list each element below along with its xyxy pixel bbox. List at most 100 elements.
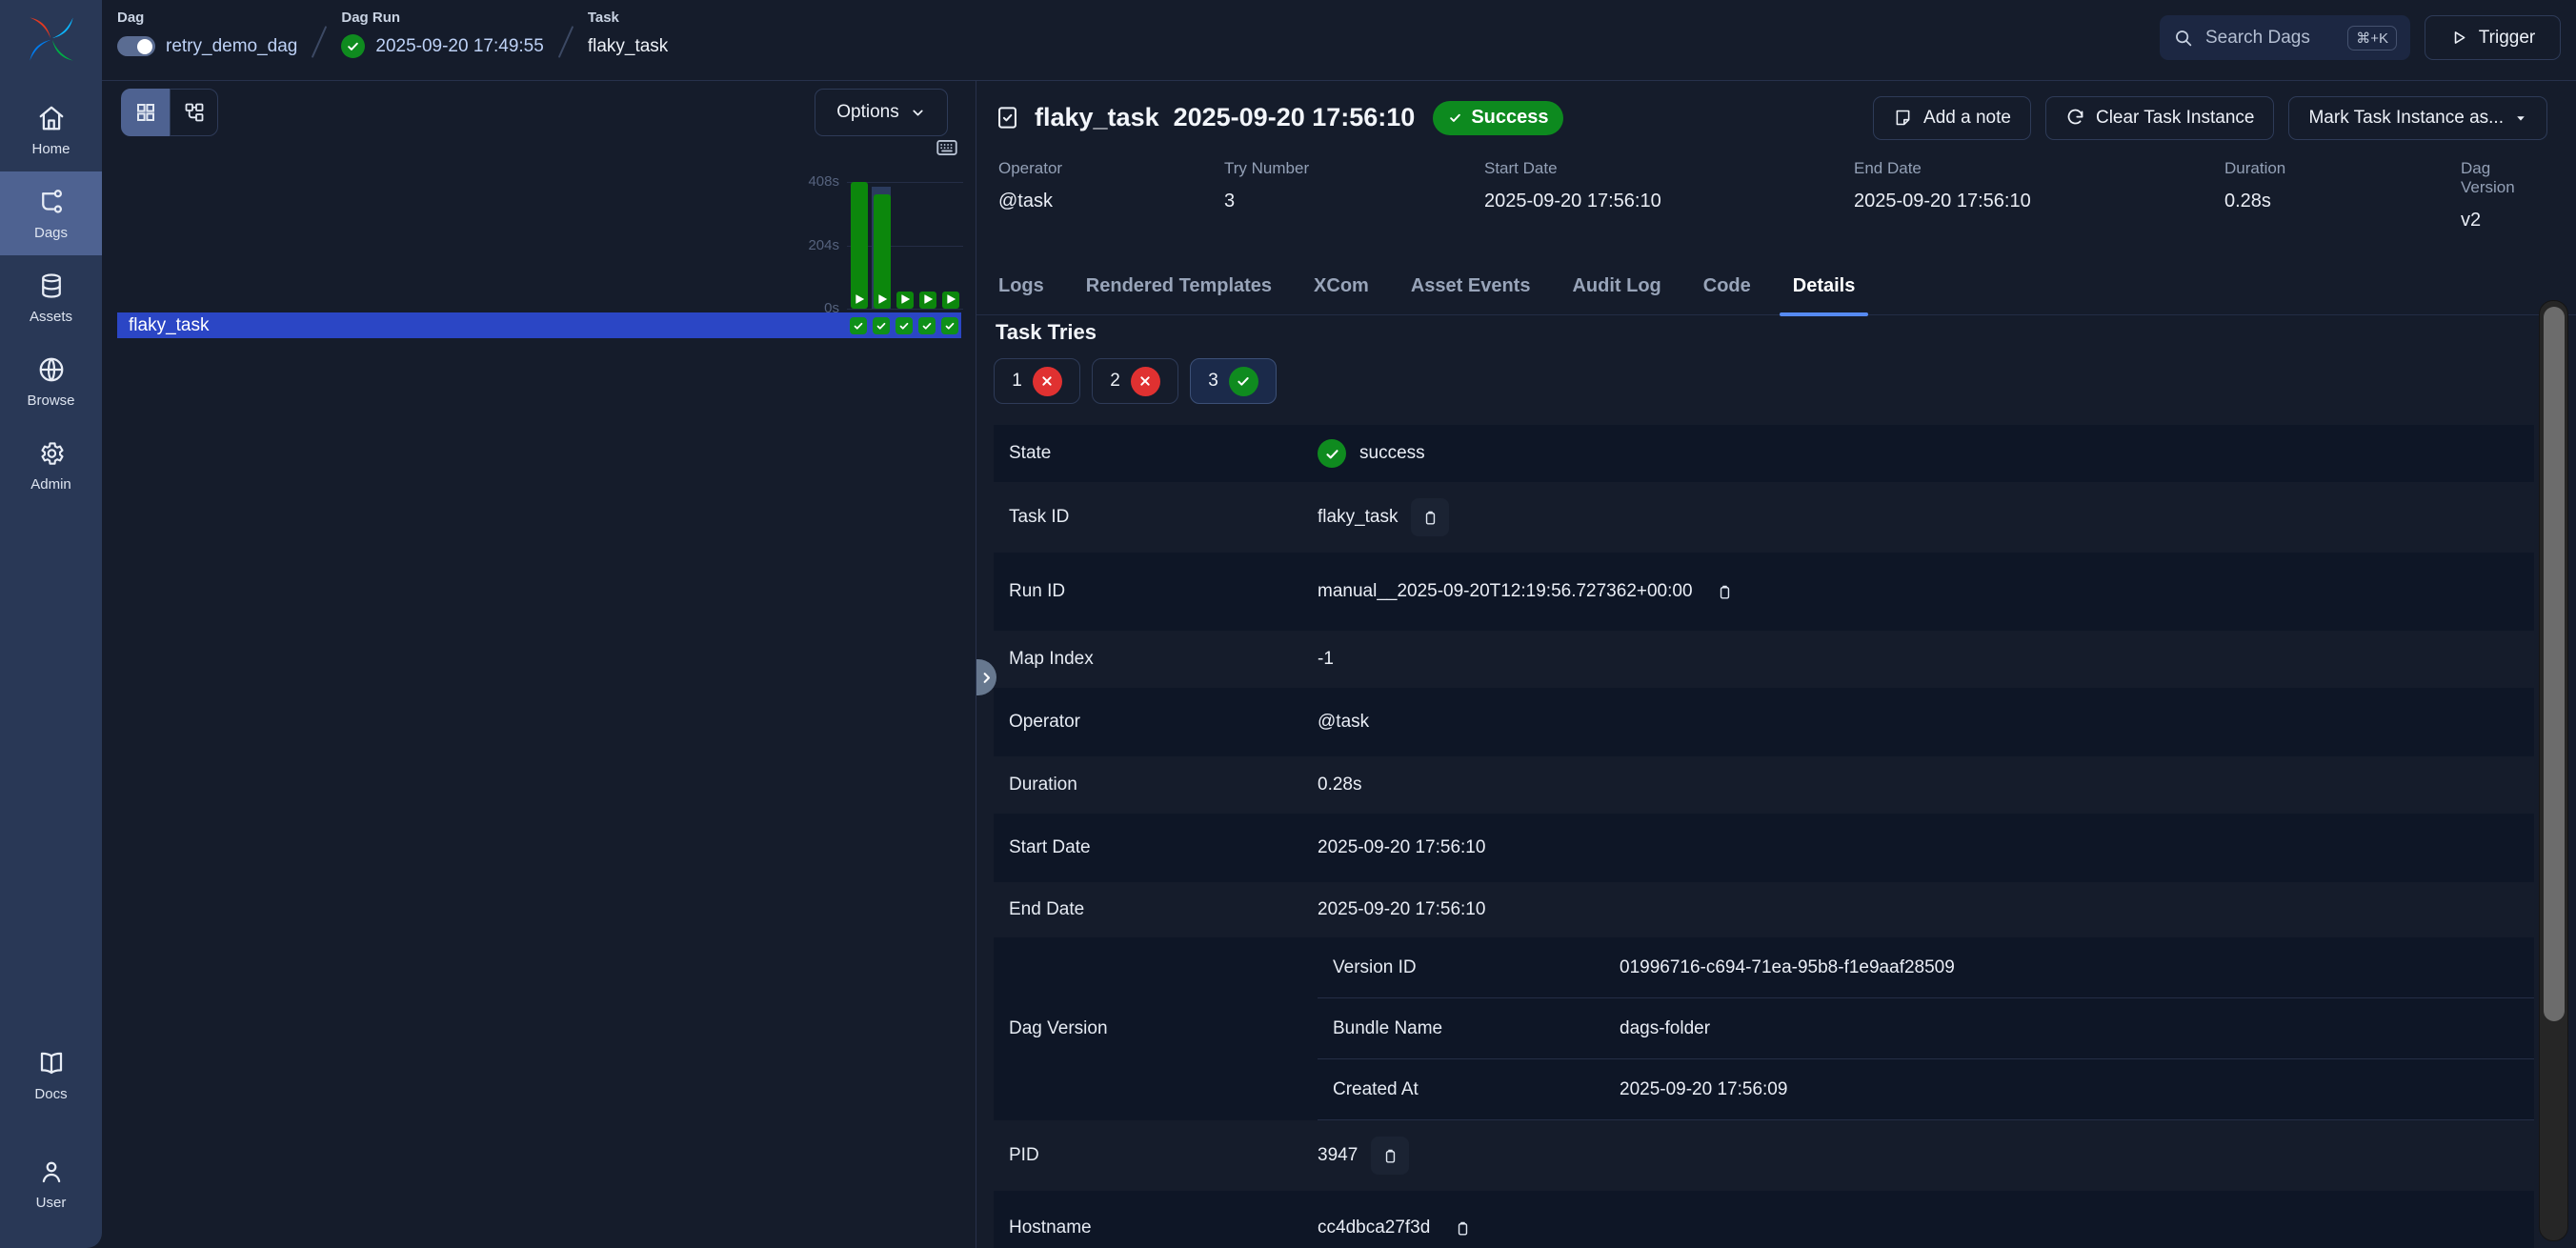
grid-panel: Options 408s 204s 0s flaky_task — [102, 80, 976, 1248]
sidebar-nav: Home Dags Assets Browse Admin — [0, 88, 102, 507]
run-bar[interactable] — [919, 292, 936, 309]
details-table: State success Task ID flaky_task Run ID — [994, 425, 2534, 1248]
run-bar[interactable] — [851, 182, 868, 309]
breadcrumb-dag-link[interactable]: retry_demo_dag — [166, 36, 297, 57]
dags-icon — [37, 188, 66, 216]
breadcrumb-task-value: flaky_task — [588, 36, 668, 57]
manual-run-play-icon — [901, 294, 910, 304]
graph-view-icon — [183, 101, 206, 124]
task-instance-success-square[interactable] — [873, 317, 890, 334]
nested-row-bundle-name: Bundle Name dags-folder — [1318, 998, 2534, 1059]
run-id-value: manual__2025-09-20T12:19:56.727362+00:00 — [1318, 581, 1693, 602]
assets-icon — [37, 272, 66, 300]
chevron-right-icon — [979, 671, 994, 685]
docs-book-icon — [37, 1049, 66, 1077]
nested-row-created-at: Created At 2025-09-20 17:56:09 — [1318, 1059, 2534, 1120]
search-shortcut-badge: ⌘+K — [2347, 26, 2397, 50]
try-2-button[interactable]: 2 — [1092, 358, 1178, 404]
clear-task-instance-button[interactable]: Clear Task Instance — [2045, 96, 2275, 140]
grid-view-icon — [134, 101, 157, 124]
run-bar[interactable] — [942, 292, 959, 309]
table-row-hostname: Hostname cc4dbca27f3d — [994, 1191, 2534, 1248]
task-instance-success-square[interactable] — [918, 317, 936, 334]
task-title-time: 2025-09-20 17:56:10 — [1174, 103, 1416, 132]
copy-icon[interactable] — [1411, 498, 1449, 536]
table-row-duration: Duration 0.28s — [994, 756, 2534, 814]
task-tries-heading: Task Tries — [996, 320, 2534, 345]
task-instance-success-square[interactable] — [850, 317, 867, 334]
grid-view-button[interactable] — [121, 89, 170, 136]
search-dags-input[interactable]: Search Dags ⌘+K — [2160, 15, 2410, 60]
breadcrumb-task-label: Task — [588, 10, 668, 26]
run-bar[interactable] — [874, 194, 891, 309]
sidebar-item-label: User — [36, 1195, 67, 1211]
sidebar-item-home[interactable]: Home — [0, 88, 102, 171]
mark-as-label: Mark Task Instance as... — [2308, 108, 2504, 129]
copy-icon[interactable] — [1371, 1137, 1409, 1175]
manual-run-play-icon — [924, 294, 933, 304]
sidebar-item-admin[interactable]: Admin — [0, 423, 102, 507]
breadcrumb-dag-label: Dag — [117, 10, 297, 26]
breadcrumb-dag-run: Dag Run 2025-09-20 17:49:55 — [341, 10, 543, 59]
try-1-button[interactable]: 1 — [994, 358, 1080, 404]
task-instance-squares — [850, 317, 958, 334]
sidebar-item-browse[interactable]: Browse — [0, 339, 102, 423]
scrollbar-track[interactable] — [2539, 300, 2568, 1241]
sidebar-item-label: Admin — [30, 476, 71, 493]
dag-pause-toggle[interactable] — [117, 36, 155, 56]
task-tries-selector: 1 2 3 — [994, 358, 2534, 404]
sidebar-item-assets[interactable]: Assets — [0, 255, 102, 339]
trigger-label: Trigger — [2479, 28, 2535, 49]
table-row-operator: Operator @task — [994, 688, 2534, 756]
sidebar-item-label: Dags — [34, 225, 68, 241]
failed-icon — [1131, 367, 1160, 396]
breadcrumb-dag-run-label: Dag Run — [341, 10, 543, 26]
sidebar-item-docs[interactable]: Docs — [0, 1033, 102, 1117]
airflow-logo-icon[interactable] — [24, 11, 79, 67]
play-icon — [2450, 29, 2468, 47]
breadcrumb-dag: Dag retry_demo_dag — [117, 10, 297, 59]
stat-try-number: Try Number3 — [1224, 159, 1484, 231]
try-3-button[interactable]: 3 — [1190, 358, 1277, 404]
sidebar-item-dags[interactable]: Dags — [0, 171, 102, 255]
run-duration-bars — [851, 80, 959, 309]
pid-value: 3947 — [1318, 1145, 1358, 1166]
redo-icon — [2065, 108, 2085, 128]
table-row-pid: PID 3947 — [994, 1120, 2534, 1191]
table-row-task-id: Task ID flaky_task — [994, 482, 2534, 553]
status-badge: Success — [1433, 101, 1563, 135]
sidebar-item-label: Docs — [34, 1086, 67, 1102]
map-index-value: -1 — [1318, 649, 1334, 670]
stat-end-date: End Date2025-09-20 17:56:10 — [1854, 159, 2224, 231]
stat-dag-version: Dag Versionv2 — [2461, 159, 2547, 231]
hostname-value: cc4dbca27f3d — [1318, 1218, 1430, 1238]
airflow-app: Home Dags Assets Browse Admin Docs — [0, 0, 2576, 1248]
copy-icon[interactable] — [1443, 1209, 1481, 1247]
caret-down-icon — [2514, 111, 2527, 125]
sidebar-item-label: Home — [31, 141, 70, 157]
task-id-value: flaky_task — [1318, 507, 1398, 528]
graph-view-button[interactable] — [170, 89, 218, 136]
grid-task-row-flaky-task[interactable]: flaky_task — [117, 312, 961, 338]
run-bar[interactable] — [896, 292, 914, 309]
success-icon — [1229, 367, 1258, 396]
version-id-value: 01996716-c694-71ea-95b8-f1e9aaf28509 — [1620, 957, 1955, 978]
task-instance-title: flaky_task 2025-09-20 17:56:10 Success — [995, 101, 1563, 135]
task-instance-success-square[interactable] — [896, 317, 913, 334]
scrollbar-thumb[interactable] — [2544, 307, 2565, 1021]
breadcrumb-dag-run-link[interactable]: 2025-09-20 17:49:55 — [375, 36, 543, 57]
search-icon — [2173, 28, 2193, 48]
operator-value: @task — [1318, 712, 1369, 733]
add-note-button[interactable]: Add a note — [1873, 96, 2031, 140]
task-instance-stats: Operator@task Try Number3 Start Date2025… — [998, 159, 2547, 231]
sidebar-item-user[interactable]: User — [0, 1141, 102, 1225]
task-instance-success-square[interactable] — [941, 317, 958, 334]
mark-task-instance-as-dropdown[interactable]: Mark Task Instance as... — [2288, 96, 2547, 140]
copy-icon[interactable] — [1706, 573, 1744, 611]
manual-run-play-icon — [855, 294, 864, 304]
table-row-start-date: Start Date 2025-09-20 17:56:10 — [994, 814, 2534, 882]
add-note-label: Add a note — [1923, 108, 2011, 129]
task-row-label: flaky_task — [129, 315, 209, 336]
sidebar: Home Dags Assets Browse Admin Docs — [0, 0, 102, 1248]
trigger-button[interactable]: Trigger — [2425, 15, 2561, 60]
